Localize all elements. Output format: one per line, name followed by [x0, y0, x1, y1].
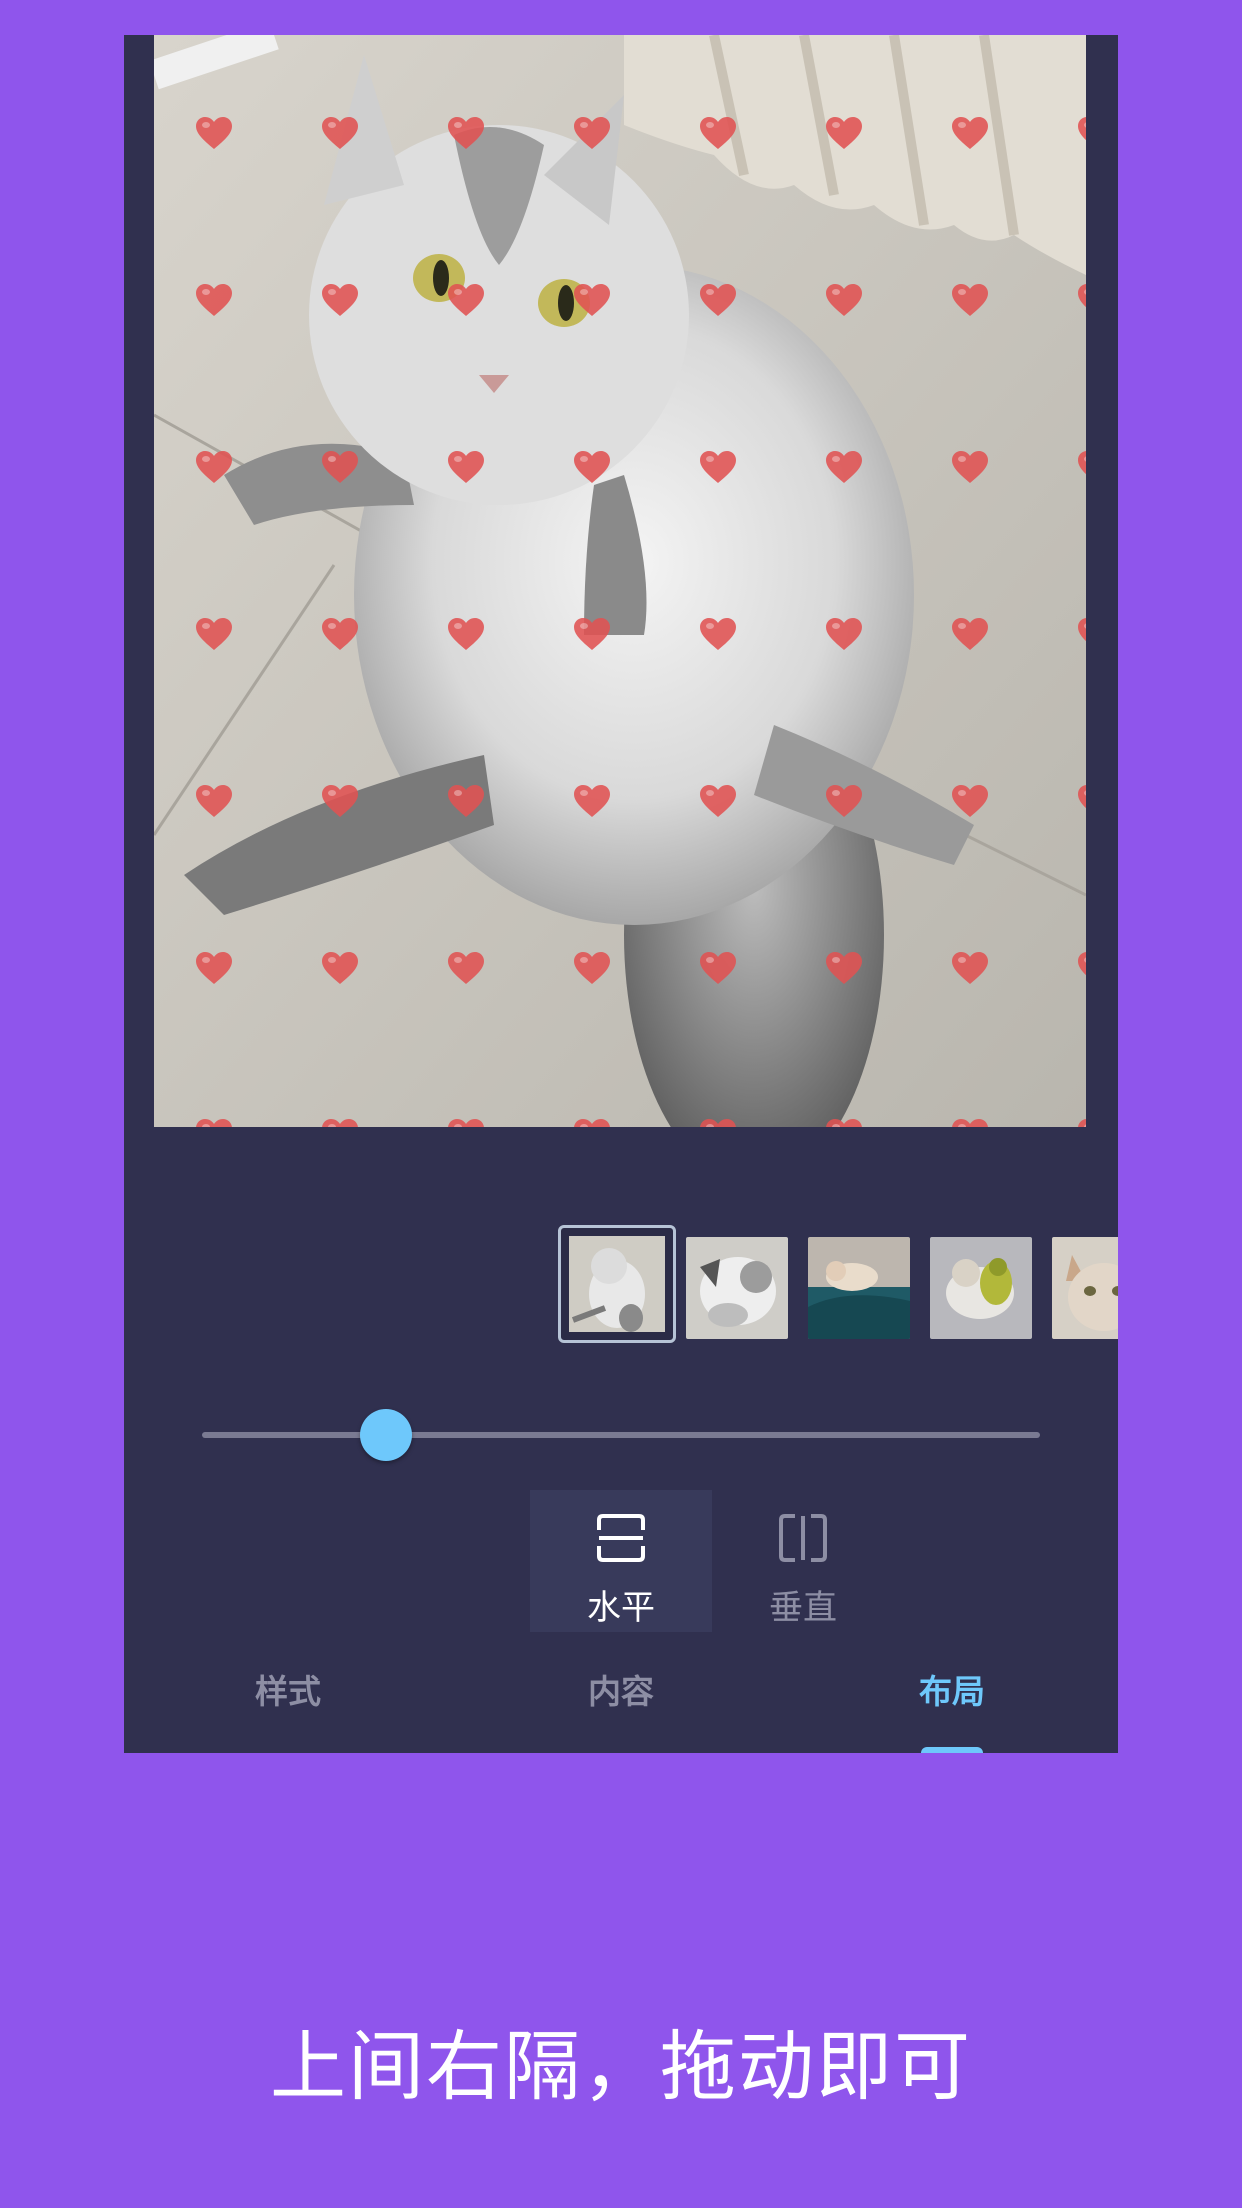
- heart-icon: [700, 785, 736, 818]
- vertical-split-icon: [779, 1514, 827, 1562]
- tab-layout[interactable]: 布局: [852, 1665, 1052, 1713]
- active-tab-indicator: [921, 1747, 983, 1753]
- tab-content[interactable]: 内容: [521, 1665, 721, 1713]
- heart-icon: [322, 117, 358, 150]
- thumbnail-2[interactable]: [686, 1237, 788, 1339]
- heart-icon: [952, 952, 988, 985]
- heart-icon: [1078, 284, 1086, 317]
- heart-icon: [1078, 785, 1086, 818]
- heart-icon: [826, 1119, 862, 1127]
- editor-panel: 水平 垂直 样式 内容 布局: [124, 35, 1118, 1753]
- thumbnail-4[interactable]: [930, 1237, 1032, 1339]
- heart-icon: [448, 117, 484, 150]
- heart-icon: [448, 952, 484, 985]
- heart-icon: [1078, 618, 1086, 651]
- heart-icon: [574, 952, 610, 985]
- heart-icon: [700, 1119, 736, 1127]
- heart-icon: [196, 451, 232, 484]
- horizontal-split-icon: [597, 1514, 645, 1562]
- heart-icon: [322, 785, 358, 818]
- promo-caption: 上间右隔，拖动即可: [270, 2022, 972, 2111]
- heart-icon: [952, 451, 988, 484]
- tab-style[interactable]: 样式: [188, 1665, 388, 1713]
- heart-watermark-overlay: [154, 35, 1086, 1127]
- vertical-label: 垂直: [769, 1588, 837, 1628]
- heart-icon: [1078, 952, 1086, 985]
- heart-icon: [448, 785, 484, 818]
- heart-icon: [952, 618, 988, 651]
- heart-icon: [1078, 451, 1086, 484]
- heart-icon: [574, 1119, 610, 1127]
- thumbnail-3[interactable]: [808, 1237, 910, 1339]
- heart-icon: [322, 952, 358, 985]
- heart-icon: [196, 117, 232, 150]
- heart-icon: [952, 117, 988, 150]
- heart-icon: [952, 1119, 988, 1127]
- thumbnail-5[interactable]: [1052, 1237, 1118, 1339]
- heart-icon: [952, 284, 988, 317]
- heart-icon: [700, 451, 736, 484]
- heart-icon: [700, 284, 736, 317]
- heart-icon: [826, 284, 862, 317]
- heart-icon: [574, 451, 610, 484]
- heart-icon: [826, 618, 862, 651]
- heart-icon: [574, 117, 610, 150]
- heart-icon: [700, 618, 736, 651]
- slider-track[interactable]: [202, 1432, 1040, 1438]
- heart-icon: [700, 952, 736, 985]
- horizontal-option[interactable]: 水平: [530, 1490, 712, 1632]
- heart-icon: [448, 618, 484, 651]
- heart-icon: [322, 451, 358, 484]
- vertical-option[interactable]: 垂直: [712, 1490, 894, 1632]
- thumbnail-strip: [558, 1225, 1118, 1345]
- heart-icon: [448, 1119, 484, 1127]
- thumbnail-1[interactable]: [558, 1225, 676, 1343]
- horizontal-label: 水平: [587, 1588, 655, 1628]
- heart-icon: [826, 451, 862, 484]
- heart-icon: [322, 618, 358, 651]
- heart-icon: [574, 618, 610, 651]
- heart-icon: [196, 618, 232, 651]
- heart-icon: [1078, 1119, 1086, 1127]
- heart-icon: [826, 952, 862, 985]
- heart-icon: [826, 117, 862, 150]
- heart-icon: [322, 1119, 358, 1127]
- heart-icon: [574, 785, 610, 818]
- slider-handle[interactable]: [360, 1409, 413, 1461]
- heart-icon: [574, 284, 610, 317]
- heart-icon: [322, 284, 358, 317]
- heart-icon: [826, 785, 862, 818]
- heart-icon: [196, 1119, 232, 1127]
- heart-icon: [448, 284, 484, 317]
- preview-photo[interactable]: [154, 35, 1086, 1127]
- heart-icon: [196, 785, 232, 818]
- heart-icon: [196, 284, 232, 317]
- heart-icon: [700, 117, 736, 150]
- heart-icon: [952, 785, 988, 818]
- heart-icon: [1078, 117, 1086, 150]
- spacing-slider[interactable]: [202, 1405, 1040, 1465]
- heart-icon: [196, 952, 232, 985]
- heart-icon: [448, 451, 484, 484]
